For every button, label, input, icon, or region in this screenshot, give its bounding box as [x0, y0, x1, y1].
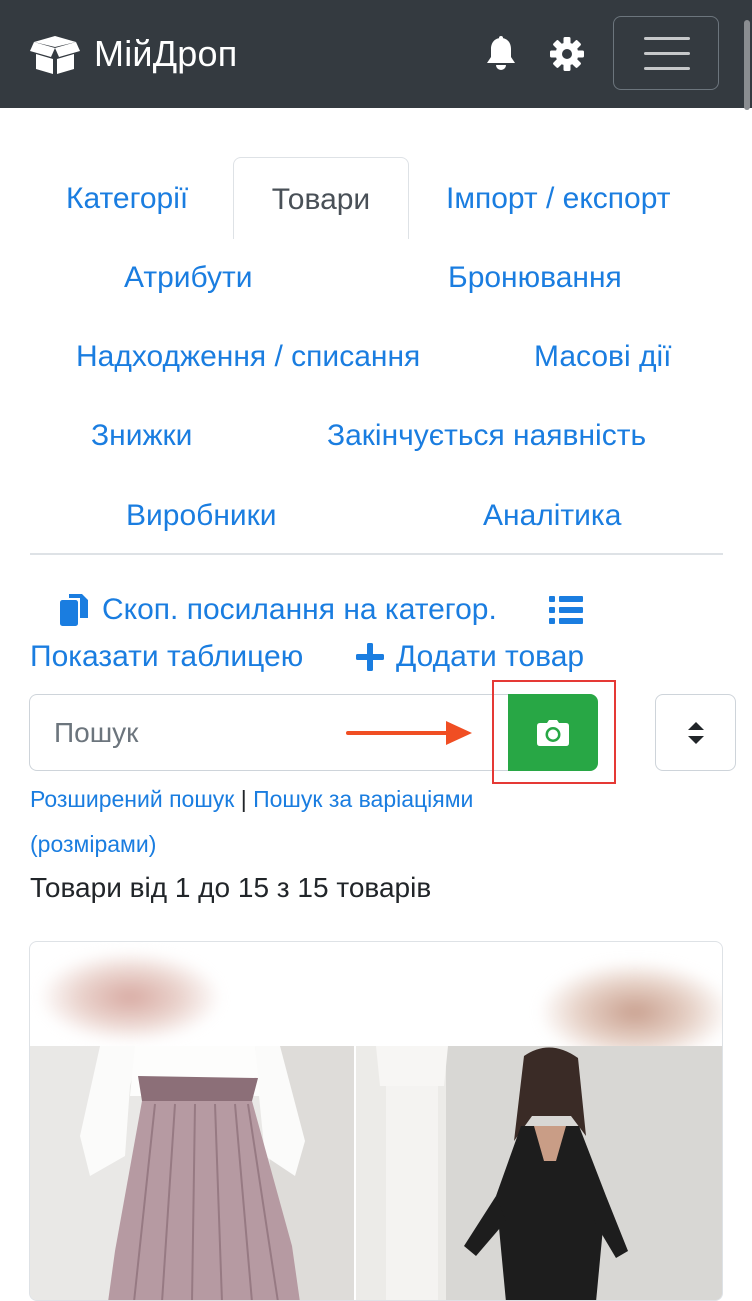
menu-toggle-button[interactable] [613, 16, 719, 90]
gear-icon[interactable] [549, 36, 585, 72]
product-image-dress[interactable] [356, 1046, 723, 1301]
hamburger-icon [644, 37, 690, 40]
brand-name: МійДроп [94, 33, 238, 74]
variation-search-link-cont[interactable]: (розмірами) [30, 829, 156, 859]
link-separator: | [240, 786, 247, 812]
tab-categories[interactable]: Категорії [66, 182, 188, 216]
show-table-label: Показати таблицею [30, 640, 304, 673]
results-count: Товари від 1 до 15 з 15 товарів [30, 872, 432, 903]
list-view-icon[interactable] [549, 596, 583, 624]
tab-bulk-actions[interactable]: Масові дії [534, 340, 671, 374]
variation-search-link[interactable]: Пошук за варіаціями [253, 786, 473, 812]
search-links-row: Розширений пошук | Пошук за варіаціями [30, 784, 473, 814]
product-card[interactable] [29, 941, 723, 1301]
blurred-thumbnail [40, 952, 220, 1042]
tab-products[interactable]: Товари [233, 157, 409, 239]
add-product-link[interactable]: Додати товар [356, 639, 584, 675]
show-as-table-link[interactable]: Показати таблицею [30, 639, 303, 675]
add-product-label: Додати товар [396, 640, 585, 673]
box-open-icon [30, 36, 80, 74]
copy-category-link[interactable]: Скоп. посилання на категор. [60, 592, 497, 628]
tab-analytics[interactable]: Аналітика [483, 499, 621, 533]
brand-link[interactable]: МійДроп [30, 30, 237, 78]
annotation-arrow-icon [346, 721, 472, 745]
bell-icon[interactable] [484, 36, 518, 72]
tab-discounts[interactable]: Знижки [91, 419, 192, 453]
product-image-skirt[interactable] [30, 1046, 354, 1301]
sort-icon [687, 721, 704, 744]
plus-icon [356, 643, 384, 671]
copy-icon [60, 594, 88, 626]
copy-link-label: Скоп. посилання на категор. [102, 593, 497, 626]
advanced-search-link[interactable]: Розширений пошук [30, 786, 234, 812]
tab-reservations[interactable]: Бронювання [448, 261, 622, 295]
sort-button[interactable] [655, 694, 736, 771]
top-navbar: МійДроп [0, 0, 752, 110]
annotation-highlight-box [492, 680, 616, 784]
page-scrollbar[interactable] [744, 20, 750, 110]
tab-import-export[interactable]: Імпорт / експорт [446, 182, 671, 216]
tabs-divider [30, 553, 723, 555]
tab-manufacturers[interactable]: Виробники [126, 499, 277, 533]
tab-attributes[interactable]: Атрибути [124, 261, 253, 295]
tab-receipts-writeoffs[interactable]: Надходження / списання [76, 340, 420, 374]
tab-low-stock[interactable]: Закінчується наявність [327, 419, 646, 453]
